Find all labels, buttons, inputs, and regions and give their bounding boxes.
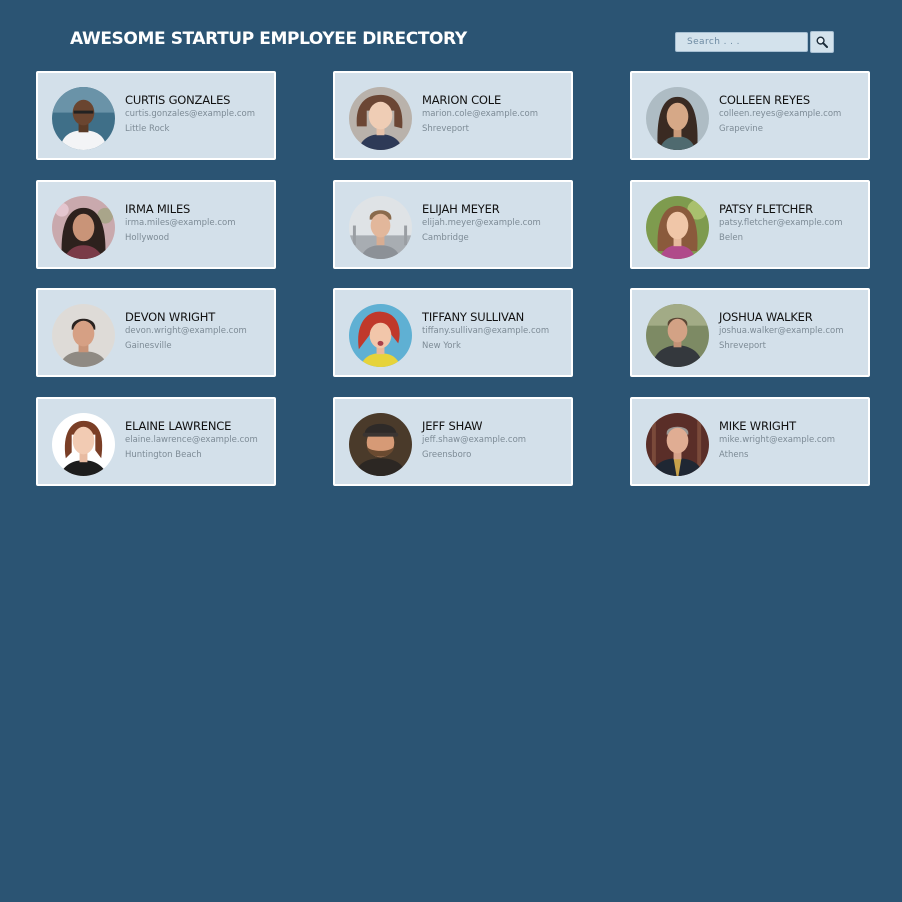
employee-email: irma.miles@example.com — [125, 218, 236, 228]
employee-email: curtis.gonzales@example.com — [125, 109, 255, 119]
employee-info: DEVON WRIGHT devon.wright@example.com Ga… — [125, 310, 270, 352]
employee-card[interactable]: JEFF SHAW jeff.shaw@example.com Greensbo… — [333, 397, 573, 486]
employee-info: JEFF SHAW jeff.shaw@example.com Greensbo… — [422, 419, 567, 461]
employee-email: joshua.walker@example.com — [719, 326, 844, 336]
employee-info: MARION COLE marion.cole@example.com Shre… — [422, 93, 567, 135]
employee-city: Athens — [719, 450, 749, 460]
employee-email: devon.wright@example.com — [125, 326, 247, 336]
employee-email: colleen.reyes@example.com — [719, 109, 842, 119]
search-icon — [816, 36, 828, 48]
avatar — [52, 196, 115, 259]
employee-email: jeff.shaw@example.com — [422, 435, 527, 445]
employee-info: ELIJAH MEYER elijah.meyer@example.com Ca… — [422, 202, 567, 244]
avatar — [349, 304, 412, 367]
avatar — [646, 304, 709, 367]
employee-name: JOSHUA WALKER — [719, 310, 813, 324]
employee-card[interactable]: ELIJAH MEYER elijah.meyer@example.com Ca… — [333, 180, 573, 269]
employee-card[interactable]: MARION COLE marion.cole@example.com Shre… — [333, 71, 573, 160]
avatar — [349, 87, 412, 150]
employee-info: IRMA MILES irma.miles@example.com Hollyw… — [125, 202, 270, 244]
employee-email: marion.cole@example.com — [422, 109, 539, 119]
employee-city: Shreveport — [719, 341, 767, 351]
employee-info: COLLEEN REYES colleen.reyes@example.com … — [719, 93, 864, 135]
avatar — [349, 413, 412, 476]
search-button[interactable] — [810, 31, 834, 53]
employee-card[interactable]: PATSY FLETCHER patsy.fletcher@example.co… — [630, 180, 870, 269]
employee-card[interactable]: IRMA MILES irma.miles@example.com Hollyw… — [36, 180, 276, 269]
employee-city: Hollywood — [125, 233, 170, 243]
employee-city: Huntington Beach — [125, 450, 202, 460]
avatar — [52, 87, 115, 150]
employee-email: tiffany.sullivan@example.com — [422, 326, 550, 336]
employee-card[interactable]: CURTIS GONZALES curtis.gonzales@example.… — [36, 71, 276, 160]
employee-name: IRMA MILES — [125, 202, 191, 216]
search-form — [675, 31, 834, 53]
employee-name: COLLEEN REYES — [719, 93, 810, 107]
employee-info: PATSY FLETCHER patsy.fletcher@example.co… — [719, 202, 864, 244]
employee-city: Gainesville — [125, 341, 172, 351]
page-header: AWESOME STARTUP EMPLOYEE DIRECTORY — [0, 0, 902, 70]
employee-card[interactable]: ELAINE LAWRENCE elaine.lawrence@example.… — [36, 397, 276, 486]
employee-city: New York — [422, 341, 461, 351]
avatar — [646, 413, 709, 476]
employee-email: elaine.lawrence@example.com — [125, 435, 258, 445]
employee-card[interactable]: TIFFANY SULLIVAN tiffany.sullivan@exampl… — [333, 288, 573, 377]
employee-card[interactable]: DEVON WRIGHT devon.wright@example.com Ga… — [36, 288, 276, 377]
employee-card[interactable]: MIKE WRIGHT mike.wright@example.com Athe… — [630, 397, 870, 486]
employee-email: patsy.fletcher@example.com — [719, 218, 843, 228]
employee-name: ELIJAH MEYER — [422, 202, 500, 216]
employee-city: Little Rock — [125, 124, 170, 134]
search-input[interactable] — [675, 32, 808, 52]
employee-name: JEFF SHAW — [422, 419, 483, 433]
page-title: AWESOME STARTUP EMPLOYEE DIRECTORY — [70, 29, 467, 49]
employee-name: TIFFANY SULLIVAN — [422, 310, 525, 324]
avatar — [646, 196, 709, 259]
employee-info: CURTIS GONZALES curtis.gonzales@example.… — [125, 93, 270, 135]
employee-city: Cambridge — [422, 233, 469, 243]
employee-name: CURTIS GONZALES — [125, 93, 231, 107]
employee-name: MARION COLE — [422, 93, 502, 107]
employee-name: DEVON WRIGHT — [125, 310, 216, 324]
employee-city: Grapevine — [719, 124, 763, 134]
employee-info: MIKE WRIGHT mike.wright@example.com Athe… — [719, 419, 864, 461]
employee-city: Shreveport — [422, 124, 470, 134]
employee-info: ELAINE LAWRENCE elaine.lawrence@example.… — [125, 419, 270, 461]
employee-card[interactable]: COLLEEN REYES colleen.reyes@example.com … — [630, 71, 870, 160]
employee-name: ELAINE LAWRENCE — [125, 419, 232, 433]
avatar — [52, 413, 115, 476]
employee-city: Belen — [719, 233, 744, 243]
employee-name: MIKE WRIGHT — [719, 419, 796, 433]
employee-name: PATSY FLETCHER — [719, 202, 813, 216]
employee-email: mike.wright@example.com — [719, 435, 836, 445]
employee-card[interactable]: JOSHUA WALKER joshua.walker@example.com … — [630, 288, 870, 377]
avatar — [646, 87, 709, 150]
employee-info: JOSHUA WALKER joshua.walker@example.com … — [719, 310, 864, 352]
employee-info: TIFFANY SULLIVAN tiffany.sullivan@exampl… — [422, 310, 567, 352]
avatar — [349, 196, 412, 259]
avatar — [52, 304, 115, 367]
employee-city: Greensboro — [422, 450, 472, 460]
employee-email: elijah.meyer@example.com — [422, 218, 541, 228]
